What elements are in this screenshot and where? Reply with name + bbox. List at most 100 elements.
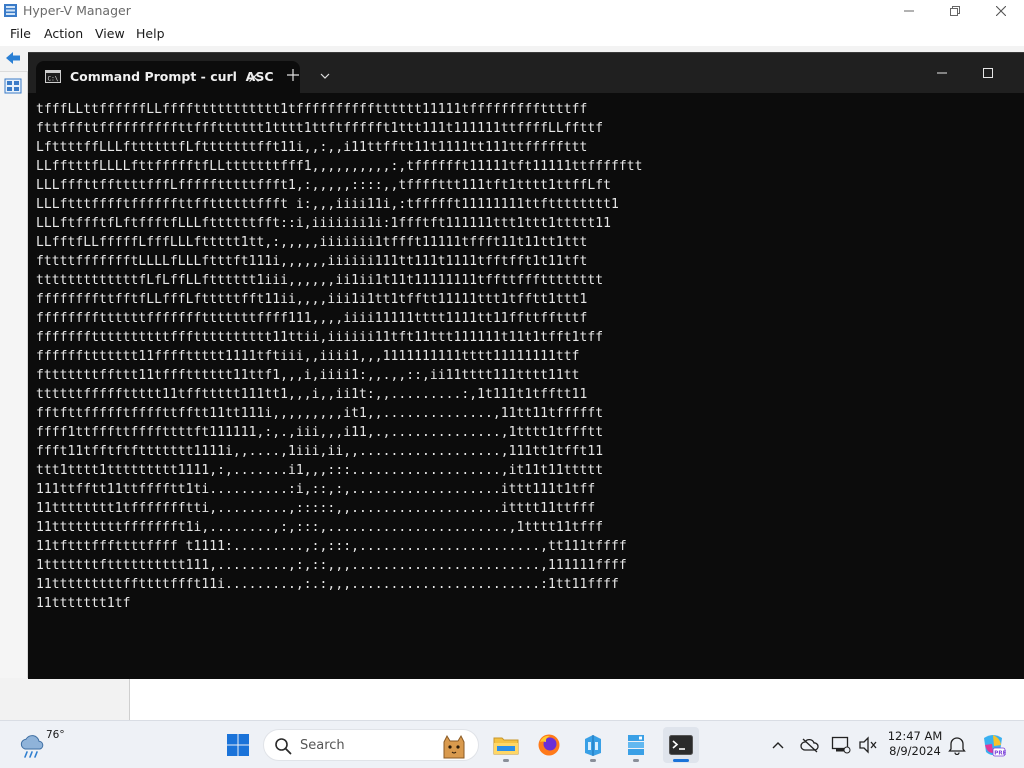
weather-temperature: 76° [46,729,65,741]
console-output-line: ftttttttffttt11tffftttttt11ttf1,,,i,iiii… [36,368,580,383]
console-output-line: fttttffffffftLLLLfLLLftttft111i,,,,,,iii… [36,254,588,269]
minimize-icon [904,10,914,12]
firefox-button[interactable] [531,727,567,763]
copilot-button[interactable]: PRE [979,731,1007,759]
hyperv-app-icon [585,735,601,756]
speaker-muted-icon [859,736,877,754]
console-output-line: 11ttttttt1tf [36,596,131,611]
hyperv-details-pane [0,678,130,720]
plus-icon [287,69,299,81]
hyperv-close-button[interactable] [978,0,1024,22]
notifications-button[interactable] [945,733,969,757]
taskbar-clock[interactable]: 12:47 AM 8/9/2024 [884,729,946,759]
svg-text:C:\: C:\ [48,76,59,83]
terminal-tab-bar: C:\ Command Prompt - curl ASC [28,53,1024,93]
start-button[interactable] [220,727,256,763]
console-output-line: 11tttttttttffffffft1i,........,:,:::,...… [36,520,604,535]
network-ethernet-icon [831,736,851,754]
console-output-line: ffft11tfftftfttttttt1111i,,....,1iii,ii,… [36,444,604,459]
hyperv-menubar: File Action View Help [0,22,1024,46]
console-output-line: fffffffttttttttttffftttttttttt11ttii,iii… [36,330,604,345]
hyperv-titlebar: Hyper-V Manager [0,0,1024,22]
firefox-icon [538,734,560,756]
console-output-line: ffffffffttttttffffffftttttttffff111,,,,i… [36,311,588,326]
minimize-icon [937,72,947,74]
terminal-minimize-button[interactable] [922,61,962,85]
clock-time: 12:47 AM [887,729,943,743]
onedrive-tray-button[interactable] [798,733,822,757]
file-explorer-button[interactable] [488,727,524,763]
menu-help[interactable]: Help [136,26,165,41]
server-node-icon[interactable] [4,78,22,94]
hyperv-window-title: Hyper-V Manager [23,3,131,18]
terminal-app-icon [669,735,693,755]
console-output-line: fttfffttffffffffffttffftttttt1tttt1ttftf… [36,121,604,136]
active-indicator [673,759,689,762]
terminal-taskbar-button[interactable] [663,727,699,763]
console-output-line: 11tftttfffttttffff t1111:.........,:,:::… [36,539,627,554]
taskbar: 76° Search 12:47 AM 8/9/2024 PRE [0,720,1024,768]
console-output-line: tttttttttttttfLfLffLLftttttt1iii,,,,,,ii… [36,273,604,288]
chevron-down-icon [320,73,330,79]
back-arrow-icon[interactable] [4,50,22,66]
hyperv-app-icon [4,4,17,17]
search-icon [275,738,292,755]
console-output-line: LLLftttfffftffffffttffttttttffft i:,,,ii… [36,197,619,212]
tab-close-button[interactable] [242,67,266,87]
maximize-icon [983,68,993,78]
console-output-line: ttt1tttt1ttttttttt1111,:,.......i1,,,:::… [36,463,604,478]
console-output-line: fftfttffffftffffttfftt11tt111i,,,,,,,,,i… [36,406,604,421]
clock-date: 8/9/2024 [889,744,941,758]
console-output-line: LLfftfLLfffffLfffLLLfttttt1tt,:,,,,,iiii… [36,235,588,250]
console-output-line: ffffffffttfftfLLfffLftttttfft11ii,,,,iii… [36,292,588,307]
close-icon [249,72,259,82]
profile-dropdown-button[interactable] [316,67,334,85]
terminal-console-output[interactable]: tfffLLttffffffLLffffttttttttttt1tfffffff… [28,93,1024,679]
copilot-icon: PRE [984,735,1006,757]
hyperv-minimize-button[interactable] [886,0,932,22]
terminal-tab-active[interactable]: C:\ Command Prompt - curl ASC [36,61,300,93]
console-output-line: tfffLLttffffffLLffffttttttttttt1tfffffff… [36,102,588,117]
server-manager-button[interactable] [618,727,654,763]
running-indicator [633,759,639,762]
taskbar-search-box[interactable]: Search [263,729,479,761]
chevron-up-icon [772,742,784,749]
console-output-line: LLfftttfLLLLfttffffftfLLtttttttfff1,,,,,… [36,159,643,174]
console-output-line: ffffffttttttt11ffffttttt1111tftiii,,iiii… [36,349,580,364]
hyperv-navigation-pane [0,72,28,697]
search-highlight-cat-icon [443,734,465,759]
menu-view[interactable]: View [95,26,125,41]
hyperv-restore-button[interactable] [932,0,978,22]
show-hidden-icons-button[interactable] [766,733,790,757]
console-output-line: ttttttfffffttttt11tffttttt111tt1,,,i,,ii… [36,387,588,402]
terminal-window: C:\ Command Prompt - curl ASC tfffLLttff… [28,52,1024,679]
search-label: Search [300,738,345,753]
restore-icon [950,6,960,16]
server-stack-icon [628,735,644,755]
console-output-line: LLLftffftfLftffftfLLLfttttttfft::i,iiiii… [36,216,611,231]
folder-icon [493,737,519,755]
weather-rain-cloud-icon [20,735,44,758]
console-output-line: LLLfffttffttttfffLffffftttttffft1,:,,,,,… [36,178,611,193]
new-tab-button[interactable] [283,65,303,85]
console-output-line: ffff1ttfffttffffttttft111111,:,.,iii,,,i… [36,425,604,440]
running-indicator [503,759,509,762]
terminal-maximize-button[interactable] [968,61,1008,85]
console-output-line: 11tttttttt1tffffffftti,.........,:::::,,… [36,501,596,516]
hyperv-taskbar-button[interactable] [575,727,611,763]
volume-tray-button[interactable] [856,733,880,757]
console-output-line: 11tttttttttffttttffft11i.........,:.:,,,… [36,577,619,592]
menu-file[interactable]: File [10,26,31,41]
windows-logo-icon [227,734,249,756]
network-tray-button[interactable] [829,733,853,757]
cloud-offline-icon [800,738,819,753]
bell-icon [948,737,966,755]
console-output-line: LfttttffLLLfttttttfLftttttttfft11i,,:,,i… [36,140,588,155]
console-output-line: 111ttfftt11ttfffftt1ti..........:i,::,:,… [36,482,596,497]
console-output-line: 1tttttttftttttttttt111,.........,:,::,,,… [36,558,627,573]
svg-text:PRE: PRE [994,750,1006,756]
menu-action[interactable]: Action [44,26,83,41]
close-icon [996,6,1006,16]
running-indicator [590,759,596,762]
weather-widget[interactable]: 76° [14,729,74,763]
